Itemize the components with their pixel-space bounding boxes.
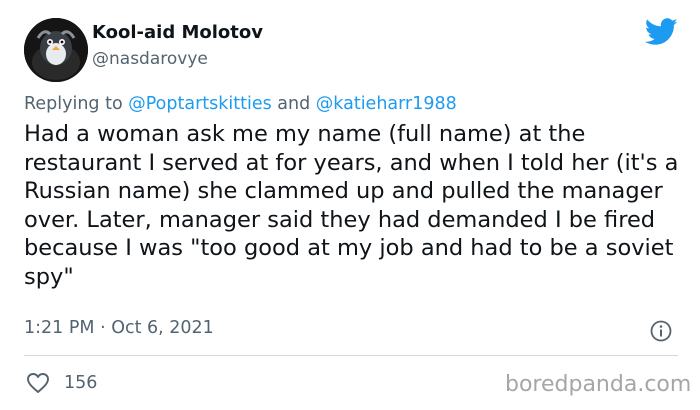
avatar[interactable] <box>24 18 88 82</box>
info-icon[interactable] <box>650 320 672 342</box>
divider <box>24 355 678 356</box>
twitter-bird-icon[interactable] <box>645 18 678 46</box>
penguin-avatar-icon <box>24 18 88 82</box>
display-name[interactable]: Kool-aid Molotov <box>92 22 263 43</box>
reply-joiner: and <box>271 94 316 114</box>
mention-link[interactable]: @Poptartskitties <box>128 94 271 114</box>
like-count: 156 <box>64 373 98 393</box>
mention-link[interactable]: @katieharr1988 <box>316 94 457 114</box>
tweet-timestamp[interactable]: 1:21 PM · Oct 6, 2021 <box>24 318 214 338</box>
user-handle[interactable]: @nasdarovye <box>92 49 208 69</box>
reply-prefix: Replying to <box>24 94 129 114</box>
replying-to: Replying to @Poptartskitties and @katieh… <box>24 94 457 114</box>
watermark: boredpanda.com <box>505 372 692 397</box>
heart-icon[interactable] <box>26 372 50 394</box>
tweet-text: Had a woman ask me my name (full name) a… <box>24 121 679 290</box>
